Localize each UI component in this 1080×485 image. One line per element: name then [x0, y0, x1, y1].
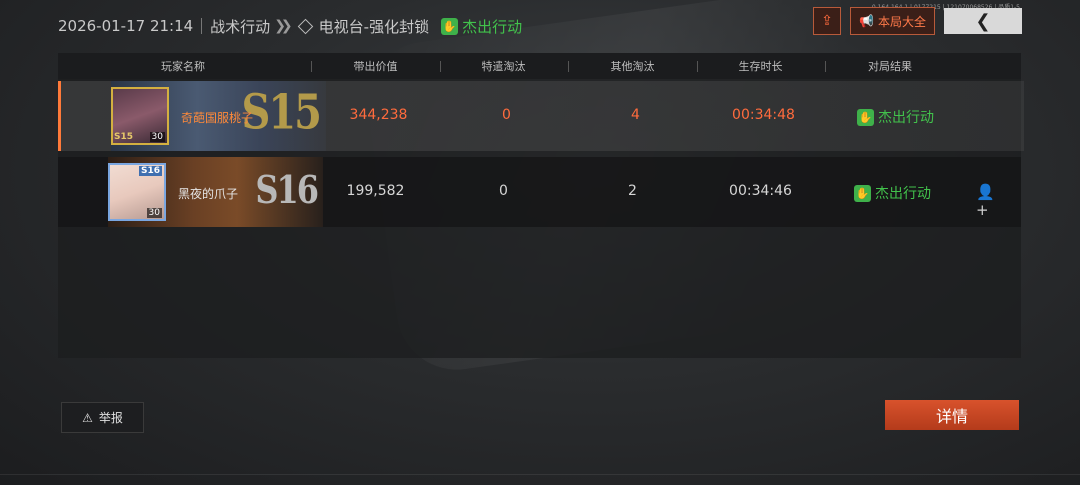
level-badge: 30: [146, 208, 162, 218]
map-diamond-icon: [297, 18, 313, 34]
bottom-divider: [0, 474, 1080, 475]
match-map: 电视台-强化封锁: [318, 17, 430, 36]
tier-badge: S15: [241, 84, 322, 141]
result-cell: ✋ 杰出行动: [857, 107, 934, 127]
extraction-icon: ✋: [854, 184, 871, 202]
avatar[interactable]: S16 30: [108, 163, 166, 221]
survival-cell: 00:34:46: [729, 183, 792, 199]
chevron-right-icon: ❯❯: [274, 18, 293, 34]
col-special-kills: 特遣淘汰: [481, 60, 526, 73]
player-name[interactable]: 黑夜的爪子: [178, 185, 238, 202]
survival-cell: 00:34:48: [732, 107, 795, 123]
other-kills-cell: 2: [628, 183, 637, 199]
col-player-name: 玩家名称: [161, 60, 205, 73]
col-result: 对局结果: [868, 60, 912, 73]
extraction-icon: ✋: [441, 17, 459, 35]
rank-tag: S16: [138, 166, 162, 176]
header-divider: [201, 18, 203, 34]
value-cell: 199,582: [346, 183, 405, 199]
back-arrow-icon: ❮: [975, 10, 991, 32]
result-cell: ✋ 杰出行动: [854, 183, 931, 203]
player-name[interactable]: 奇葩国服桃子: [181, 109, 253, 126]
back-button[interactable]: ❮: [944, 8, 1022, 34]
add-friend-icon[interactable]: 👤+: [976, 183, 996, 219]
report-button[interactable]: ⚠ 举报: [61, 402, 144, 433]
col-value: 带出价值: [353, 60, 398, 73]
rank-tag: S15: [114, 132, 134, 142]
match-status: 杰出行动: [462, 17, 523, 36]
match-summary-button[interactable]: 📢 本局大全: [850, 7, 935, 35]
col-survival: 生存时长: [738, 60, 783, 73]
result-label: 杰出行动: [875, 186, 931, 202]
share-button[interactable]: ⇪: [813, 7, 842, 35]
avatar[interactable]: S15 30: [111, 87, 169, 145]
table-row[interactable]: S16 S16 30 黑夜的爪子 199,582 0 2 00:34:46 ✋ …: [58, 157, 1021, 227]
result-label: 杰出行动: [878, 110, 934, 126]
match-header: 2026-01-17 21:14 战术行动 ❯❯ 电视台-强化封锁 ✋ 杰出行动: [58, 14, 522, 38]
level-badge: 30: [149, 132, 165, 142]
special-kills-cell: 0: [499, 183, 508, 199]
match-summary-label: 本局大全: [877, 14, 926, 29]
warning-icon: ⚠: [82, 410, 93, 425]
megaphone-icon: 📢: [859, 14, 874, 28]
details-button[interactable]: 详情: [885, 400, 1019, 430]
col-divider: [568, 61, 569, 72]
tier-badge: S16: [255, 167, 319, 213]
top-right-actions: ⇪ 📢 本局大全 ❮: [813, 7, 1022, 35]
share-icon: ⇪: [821, 13, 833, 29]
match-mode: 战术行动: [210, 17, 271, 36]
details-label: 详情: [935, 407, 968, 426]
match-datetime: 2026-01-17 21:14: [58, 17, 194, 35]
table-header: 玩家名称 带出价值 特遣淘汰 其他淘汰 生存时长 对局结果: [58, 53, 1021, 79]
scoreboard-table: 玩家名称 带出价值 特遣淘汰 其他淘汰 生存时长 对局结果 S15 S15 30…: [58, 53, 1024, 358]
col-divider: [311, 61, 312, 72]
table-row[interactable]: S15 S15 30 奇葩国服桃子 344,238 0 4 00:34:48 ✋…: [58, 81, 1024, 151]
col-other-kills: 其他淘汰: [610, 60, 655, 73]
special-kills-cell: 0: [502, 107, 511, 123]
value-cell: 344,238: [349, 107, 408, 123]
report-label: 举报: [98, 411, 123, 425]
other-kills-cell: 4: [631, 107, 640, 123]
extraction-icon: ✋: [857, 108, 874, 126]
